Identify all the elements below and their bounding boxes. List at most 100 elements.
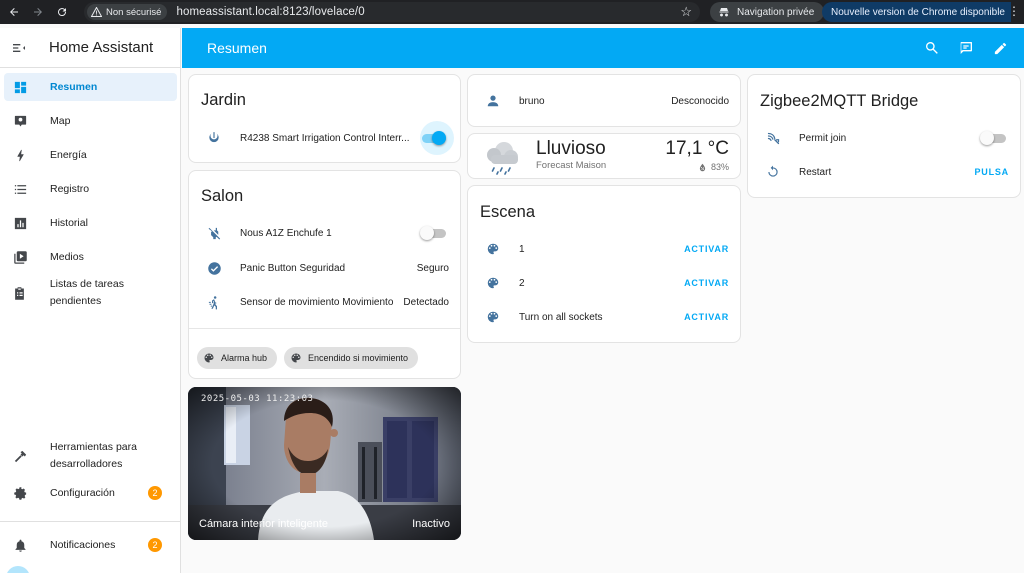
weather-humidity: 83%: [710, 162, 729, 172]
sidebar-item-herramientas[interactable]: Herramientas para desarrolladores: [4, 436, 177, 476]
scene-row-turn-on-all-sockets[interactable]: Turn on all sockets ACTIVAR: [468, 303, 740, 331]
scene-row-1[interactable]: 1 ACTIVAR: [468, 235, 740, 263]
reload-icon: [58, 8, 67, 17]
security-chip[interactable]: Non sécurisé: [87, 4, 168, 20]
scene-name: Turn on all sockets: [519, 311, 603, 323]
back-button[interactable]: [3, 1, 25, 23]
power-plug-off-icon: [205, 224, 223, 242]
map-icon: [11, 112, 29, 130]
bookmark-star-icon[interactable]: ☆: [680, 4, 692, 20]
update-label: Nouvelle version de Chrome disponible: [831, 6, 1005, 18]
motion-sensor-icon: [205, 293, 223, 311]
sidebar-item-label: Registro: [50, 182, 90, 195]
plug-toggle[interactable]: [420, 226, 446, 240]
avatar[interactable]: [6, 566, 30, 573]
page-title: Resumen: [207, 40, 267, 56]
sidebar-item-notificaciones[interactable]: Notificaciones 2: [4, 531, 177, 559]
sidebar-item-map[interactable]: Map: [4, 107, 177, 135]
url-text: homeassistant.local:8123/lovelace/0: [176, 6, 365, 18]
browser-menu-icon[interactable]: ⋮: [1008, 3, 1020, 19]
sidebar-item-registro[interactable]: Registro: [4, 175, 177, 203]
activate-scene-button[interactable]: ACTIVAR: [684, 278, 729, 288]
menu-collapse-icon: [13, 43, 25, 52]
warning-icon: [91, 7, 102, 17]
arrow-right-icon: [34, 8, 42, 16]
sidebar-item-configuracion[interactable]: Configuración 2: [4, 479, 177, 507]
card-title: Escena: [480, 203, 536, 221]
chip-encendido-si-movimiento[interactable]: Encendido si movimiento: [284, 347, 419, 369]
scene-name: 2: [519, 277, 525, 289]
chip-alarma-hub[interactable]: Alarma hub: [197, 347, 278, 369]
entity-row-plug[interactable]: Nous A1Z Enchufe 1: [189, 219, 460, 247]
water-percent-icon: [699, 163, 706, 171]
dashboard-icon: [11, 78, 29, 96]
lightning-icon: [11, 146, 29, 164]
scene-row-2[interactable]: 2 ACTIVAR: [468, 269, 740, 297]
chrome-update-chip[interactable]: Nouvelle version de Chrome disponible: [822, 2, 1011, 22]
sidebar-item-energia[interactable]: Energía: [4, 141, 177, 169]
entity-state: Detectado: [403, 296, 449, 308]
sidebar-item-label: Historial: [50, 216, 88, 229]
check-circle-icon: [205, 259, 223, 277]
entity-name: Sensor de movimiento Movimiento: [240, 296, 394, 308]
entity-state: Seguro: [416, 262, 449, 274]
forward-button[interactable]: [27, 1, 49, 23]
weather-humidity-row: 83%: [698, 162, 729, 172]
sidebar-item-historial[interactable]: Historial: [4, 209, 177, 237]
weather-temperature: 17,1 °C: [665, 138, 729, 159]
sidebar-menu-toggle[interactable]: [1, 40, 37, 56]
camera-name: Cámara interior inteligente: [199, 518, 329, 530]
card-salon: Salon Nous A1Z Enchufe 1 Panic Button Se…: [188, 170, 461, 379]
chip-label: Encendido si movimiento: [308, 353, 409, 363]
card-title: Zigbee2MQTT Bridge: [760, 92, 919, 110]
sidebar-title: Home Assistant: [49, 39, 154, 56]
irrigation-toggle[interactable]: [420, 131, 446, 145]
sidebar-item-label: Energía: [50, 148, 87, 161]
entity-row-motion-sensor[interactable]: Sensor de movimiento Movimiento Detectad…: [189, 288, 460, 316]
card-weather[interactable]: Lluvioso Forecast Maison 17,1 °C 83%: [467, 133, 741, 179]
card-jardin: Jardin R4238 Smart Irrigation Control In…: [188, 74, 461, 163]
sidebar-item-medios[interactable]: Medios: [4, 243, 177, 271]
search-icon[interactable]: [923, 39, 941, 57]
palette-icon: [484, 308, 502, 326]
reload-button[interactable]: [51, 1, 73, 23]
sidebar-item-label: Configuración: [50, 486, 115, 499]
edit-pencil-icon[interactable]: [991, 39, 1009, 57]
entity-name: Restart: [799, 166, 832, 178]
camera-card[interactable]: 2025-05-03 11:23:03 Cámara interior inte…: [188, 387, 461, 540]
weather-condition: Lluvioso: [536, 138, 606, 159]
entity-row-permit-join[interactable]: Permit join: [748, 124, 1020, 152]
address-bar[interactable]: Non sécurisé homeassistant.local:8123/lo…: [84, 2, 700, 22]
palette-icon: [484, 274, 502, 292]
browser-toolbar: Non sécurisé homeassistant.local:8123/lo…: [0, 0, 1024, 24]
chart-icon: [11, 214, 29, 232]
palette-icon: [203, 352, 215, 364]
sidebar-item-resumen[interactable]: Resumen: [4, 73, 177, 101]
private-browsing-chip[interactable]: Navigation privée: [710, 2, 825, 22]
card-title: Salon: [201, 187, 244, 205]
security-label: Non sécurisé: [106, 6, 162, 18]
sidebar-divider: [0, 521, 180, 522]
power-icon: [205, 129, 223, 147]
entity-row-restart[interactable]: Restart PULSA: [748, 158, 1020, 186]
entity-row-irrigation[interactable]: R4238 Smart Irrigation Control Interr...: [189, 121, 460, 155]
activate-scene-button[interactable]: ACTIVAR: [684, 244, 729, 254]
rainy-cloud-icon: [487, 142, 518, 175]
card-divider: [189, 328, 460, 329]
incognito-icon: [719, 8, 729, 17]
sidebar-item-label: Notificaciones: [50, 538, 116, 551]
sidebar-item-tareas[interactable]: Listas de tareas pendientes: [4, 278, 177, 307]
assist-chat-icon[interactable]: [957, 39, 975, 57]
restart-press-button[interactable]: PULSA: [974, 167, 1009, 177]
entity-row-panic-button[interactable]: Panic Button Seguridad Seguro: [189, 254, 460, 282]
camera-timestamp: 2025-05-03 11:23:03: [201, 394, 314, 404]
settings-badge: 2: [148, 486, 162, 500]
entity-row-person[interactable]: bruno Desconocido: [468, 87, 740, 115]
clipboard-icon: [11, 284, 29, 302]
activate-scene-button[interactable]: ACTIVAR: [684, 312, 729, 322]
scene-name: 1: [519, 243, 525, 255]
media-icon: [11, 248, 29, 266]
permit-join-toggle[interactable]: [980, 131, 1006, 145]
sidebar-item-label: Listas de tareas pendientes: [49, 278, 124, 307]
person-state: Desconocido: [671, 95, 729, 107]
